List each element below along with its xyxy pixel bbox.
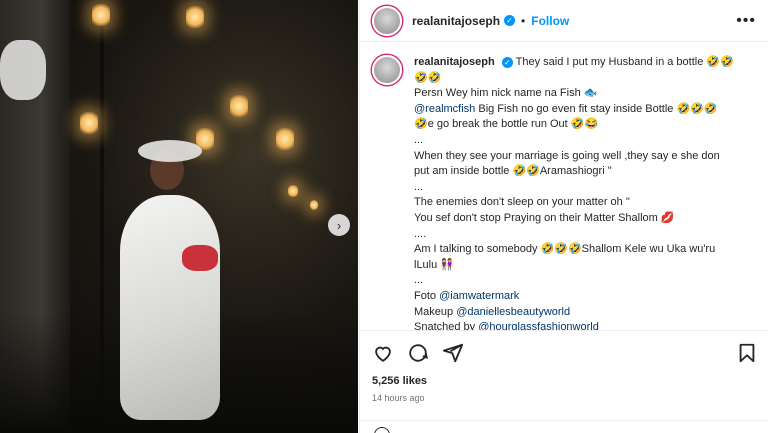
credit-label: Snatched by <box>414 321 479 331</box>
caption-line: They said I put my Husband in a bottle 🤣… <box>515 56 734 68</box>
verified-icon: ✓ <box>504 15 516 26</box>
caption-line: ... <box>414 180 424 193</box>
separator-dot: • <box>521 13 526 28</box>
chevron-right-icon: › <box>336 217 342 233</box>
avatar[interactable] <box>372 5 402 36</box>
more-icon[interactable]: ••• <box>736 12 756 30</box>
comment-bar <box>360 420 768 433</box>
mention-link[interactable]: @daniellesbeautyworld <box>456 306 570 318</box>
caption-line: ... <box>414 133 424 146</box>
verified-icon: ✓ <box>501 56 513 68</box>
caption-line: put am inside bottle 🤣🤣Aramashiogri " <box>414 165 612 178</box>
lamp-light <box>80 112 98 134</box>
caption-username[interactable]: realanitajoseph <box>414 56 495 68</box>
heart-icon[interactable] <box>372 342 394 364</box>
caption-text: realanitajoseph ✓ They said I put my Hus… <box>414 55 754 331</box>
credit-label: Makeup <box>414 305 457 318</box>
likes-count[interactable]: 5,256 likes <box>372 375 427 387</box>
post-timestamp[interactable]: 14 hours ago <box>372 393 425 403</box>
post-photo[interactable]: › <box>0 0 358 433</box>
mention-link[interactable]: @realmcfish <box>414 103 475 115</box>
woman-dress <box>120 195 220 420</box>
lamp-light <box>276 128 294 150</box>
woman-hat <box>138 140 202 162</box>
comment-icon[interactable] <box>407 342 429 364</box>
caption-avatar[interactable] <box>372 55 402 85</box>
caption-line: Am I talking to somebody 🤣🤣🤣Shallom Kele… <box>414 243 716 256</box>
caption-line: Big Fish no go even fit stay inside Bott… <box>475 102 718 115</box>
header-username[interactable]: realanitajoseph <box>412 14 500 28</box>
bookmark-icon[interactable] <box>736 342 758 364</box>
caption-line: .... <box>414 227 427 240</box>
caption-line: 🤣e go break the bottle run Out 🤣😂 <box>414 118 599 131</box>
next-photo-button[interactable]: › <box>328 214 350 236</box>
lamp-light <box>230 95 248 117</box>
lamp-light <box>310 200 318 210</box>
caption-area: realanitajoseph ✓ They said I put my Hus… <box>360 43 768 331</box>
lamp-light <box>92 4 110 26</box>
share-icon[interactable] <box>442 342 464 364</box>
photo-statue <box>0 40 46 100</box>
caption-line: Persn Wey him nick name na Fish 🐟 <box>414 87 598 100</box>
caption-line: You sef don't stop Praying on their Matt… <box>414 211 675 224</box>
follow-button[interactable]: Follow <box>531 14 569 28</box>
lamp-light <box>288 185 298 197</box>
mention-link[interactable]: @hourglassfashionworld <box>478 321 599 330</box>
emoji-icon[interactable] <box>374 427 390 433</box>
caption-line: 🤣🤣 <box>414 71 442 84</box>
dress-red-accent <box>182 245 218 271</box>
credit-label: Foto <box>414 289 440 302</box>
mention-link[interactable]: @iamwatermark <box>439 290 519 302</box>
caption-line: ... <box>414 274 424 287</box>
action-bar <box>372 340 758 366</box>
post-panel: realanitajoseph ✓ • Follow ••• realanita… <box>359 0 768 433</box>
caption-line: lLulu 👭 <box>414 258 454 271</box>
caption-line: When they see your marriage is going wel… <box>414 149 720 162</box>
lamp-light <box>186 6 204 28</box>
post-header: realanitajoseph ✓ • Follow ••• <box>360 0 768 42</box>
caption-line: The enemies don't sleep on your matter o… <box>414 196 630 209</box>
